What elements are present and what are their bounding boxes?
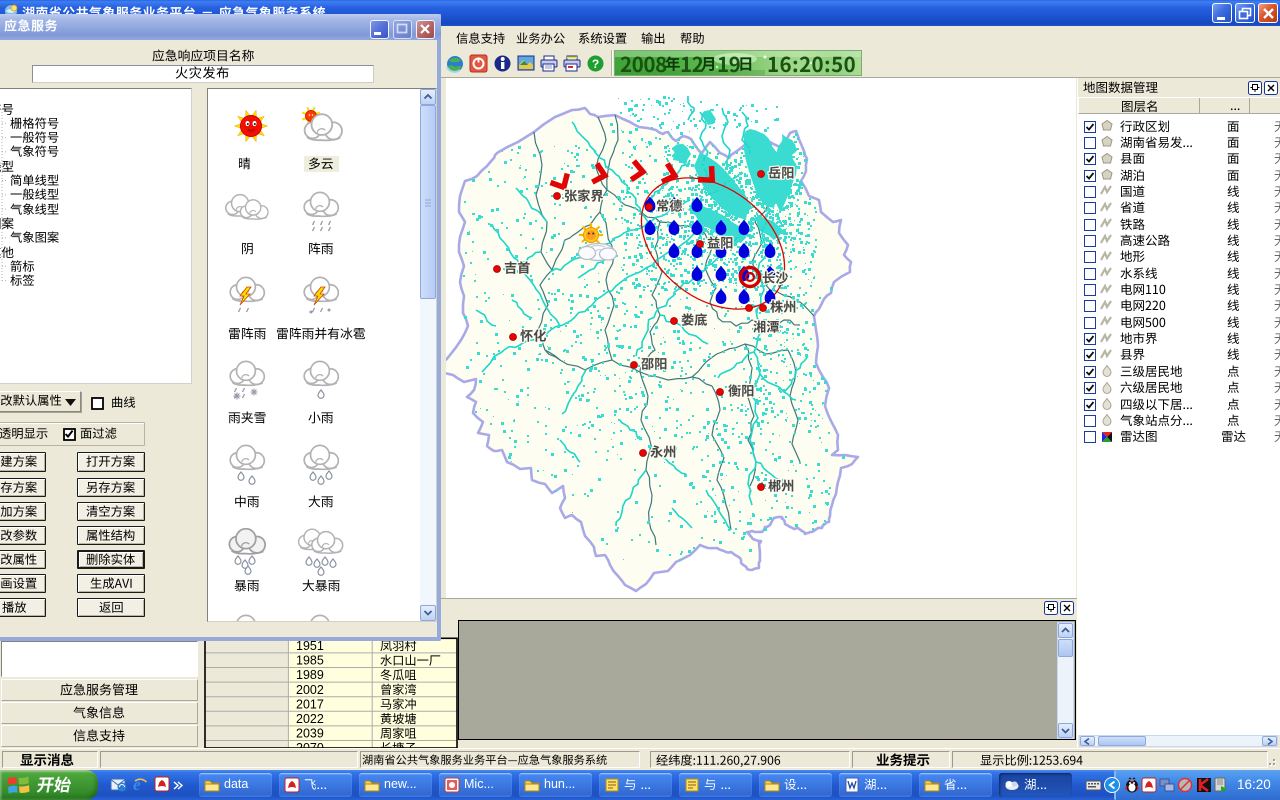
svg-text:2022: 2022 bbox=[296, 712, 324, 726]
svg-text:2017: 2017 bbox=[296, 697, 324, 711]
svg-text:?: ? bbox=[592, 57, 599, 71]
svg-text:1989: 1989 bbox=[296, 668, 324, 682]
svg-text:2002: 2002 bbox=[296, 683, 324, 697]
svg-text:1985: 1985 bbox=[296, 654, 324, 668]
svg-text:2070: 2070 bbox=[296, 741, 324, 748]
svg-text:1951: 1951 bbox=[296, 639, 324, 653]
svg-text:2039: 2039 bbox=[296, 727, 324, 741]
